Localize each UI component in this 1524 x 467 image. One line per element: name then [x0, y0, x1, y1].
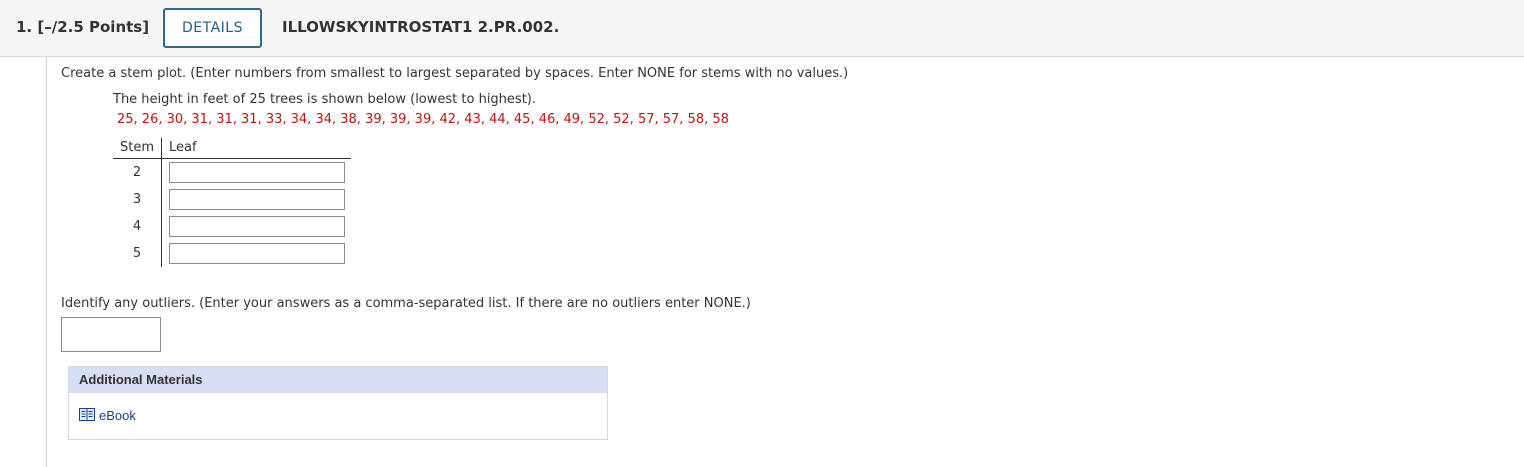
details-button[interactable]: DETAILS: [163, 8, 262, 48]
stem-column-header: Stem: [120, 140, 155, 155]
leaf-input-stem-5[interactable]: [169, 243, 345, 264]
additional-materials-panel: Additional Materials eBook: [68, 366, 608, 440]
stem-value: 4: [132, 219, 142, 234]
question-id: ILLOWSKYINTROSTAT1 2.PR.002.: [282, 18, 560, 36]
question-number-points: 1. [–/2.5 Points]: [16, 18, 150, 36]
leaf-input-stem-3[interactable]: [169, 189, 345, 210]
data-prompt: The height in feet of 25 trees is shown …: [113, 92, 536, 107]
stem-value: 3: [132, 192, 142, 207]
stem-plot-header: Stem Leaf: [113, 138, 351, 159]
data-values: 25, 26, 30, 31, 31, 31, 33, 34, 34, 38, …: [117, 112, 729, 127]
outliers-input[interactable]: [61, 317, 161, 352]
ebook-label[interactable]: eBook: [99, 408, 136, 423]
stem-row: 4: [113, 213, 351, 240]
question-header: 1. [–/2.5 Points] DETAILS ILLOWSKYINTROS…: [0, 0, 1524, 57]
book-icon: [79, 408, 95, 421]
stem-plot-instruction: Create a stem plot. (Enter numbers from …: [61, 66, 849, 81]
points-label: [–/2.5 Points]: [37, 18, 150, 36]
outliers-instruction: Identify any outliers. (Enter your answe…: [61, 296, 751, 311]
additional-materials-header: Additional Materials: [69, 367, 607, 393]
stem-row: 3: [113, 186, 351, 213]
leaf-input-stem-4[interactable]: [169, 216, 345, 237]
stem-value: 2: [132, 165, 142, 180]
leaf-input-stem-2[interactable]: [169, 162, 345, 183]
leaf-column-header: Leaf: [169, 140, 197, 155]
additional-materials-title: Additional Materials: [79, 372, 203, 387]
stem-row: 5: [113, 240, 351, 267]
stem-value: 5: [132, 246, 142, 261]
stem-row: 2: [113, 159, 351, 186]
content-left-border: [46, 57, 47, 467]
